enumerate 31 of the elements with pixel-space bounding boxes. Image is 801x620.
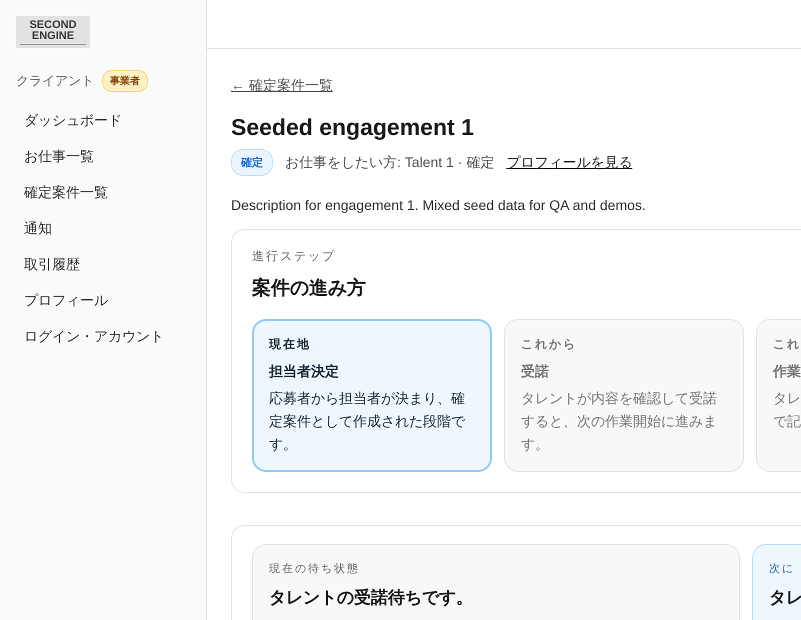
step-description: タレントが内容を確認して受諾 すると、次の作業開始に進みま す。 (521, 389, 718, 454)
profile-link[interactable]: プロフィールを見る (506, 154, 632, 172)
step-title: 作業 (773, 363, 801, 381)
role-badge: 事業者 (102, 70, 148, 92)
step-label: 現在地 (269, 336, 312, 353)
step-label: これから (521, 336, 578, 353)
step-label: これ (773, 336, 801, 353)
status-title: タレ (769, 587, 801, 609)
status-label: 現在の待ち状態 (269, 562, 361, 576)
page-title: Seeded engagement 1 (231, 114, 475, 141)
nav-item[interactable]: ダッシュボード (16, 102, 190, 138)
nav-item[interactable]: 通知 (16, 210, 190, 246)
step-title: 受諾 (521, 363, 550, 381)
status-label: 次に (769, 562, 796, 576)
status-title: タレントの受諾待ちです。 (269, 587, 474, 609)
status-badge: 確定 (231, 149, 273, 176)
nav-item[interactable]: ログイン・アカウント (16, 318, 190, 354)
role-label: クライアント (16, 72, 94, 90)
talent-info: お仕事をしたい方: Talent 1 · 確定 (285, 154, 494, 172)
logo: SECOND ENGINE (16, 16, 90, 48)
section-eyebrow: 進行ステップ (252, 248, 337, 265)
nav-item[interactable]: 取引履歴 (16, 246, 190, 282)
nav-item[interactable]: お仕事一覧 (16, 138, 190, 174)
nav-item[interactable]: 確定案件一覧 (16, 174, 190, 210)
description: Description for engagement 1. Mixed seed data for QA and demos. (231, 197, 647, 213)
step-title: 担当者決定 (269, 363, 340, 381)
section-heading: 案件の進み方 (252, 276, 367, 301)
nav-item[interactable]: プロフィール (16, 282, 190, 318)
back-link[interactable]: ← 確定案件一覧 (231, 77, 333, 95)
step-description: タレ で記 (773, 389, 801, 431)
step-description: 応募者から担当者が決まり、確 定案件として作成された段階で す。 (269, 389, 466, 454)
